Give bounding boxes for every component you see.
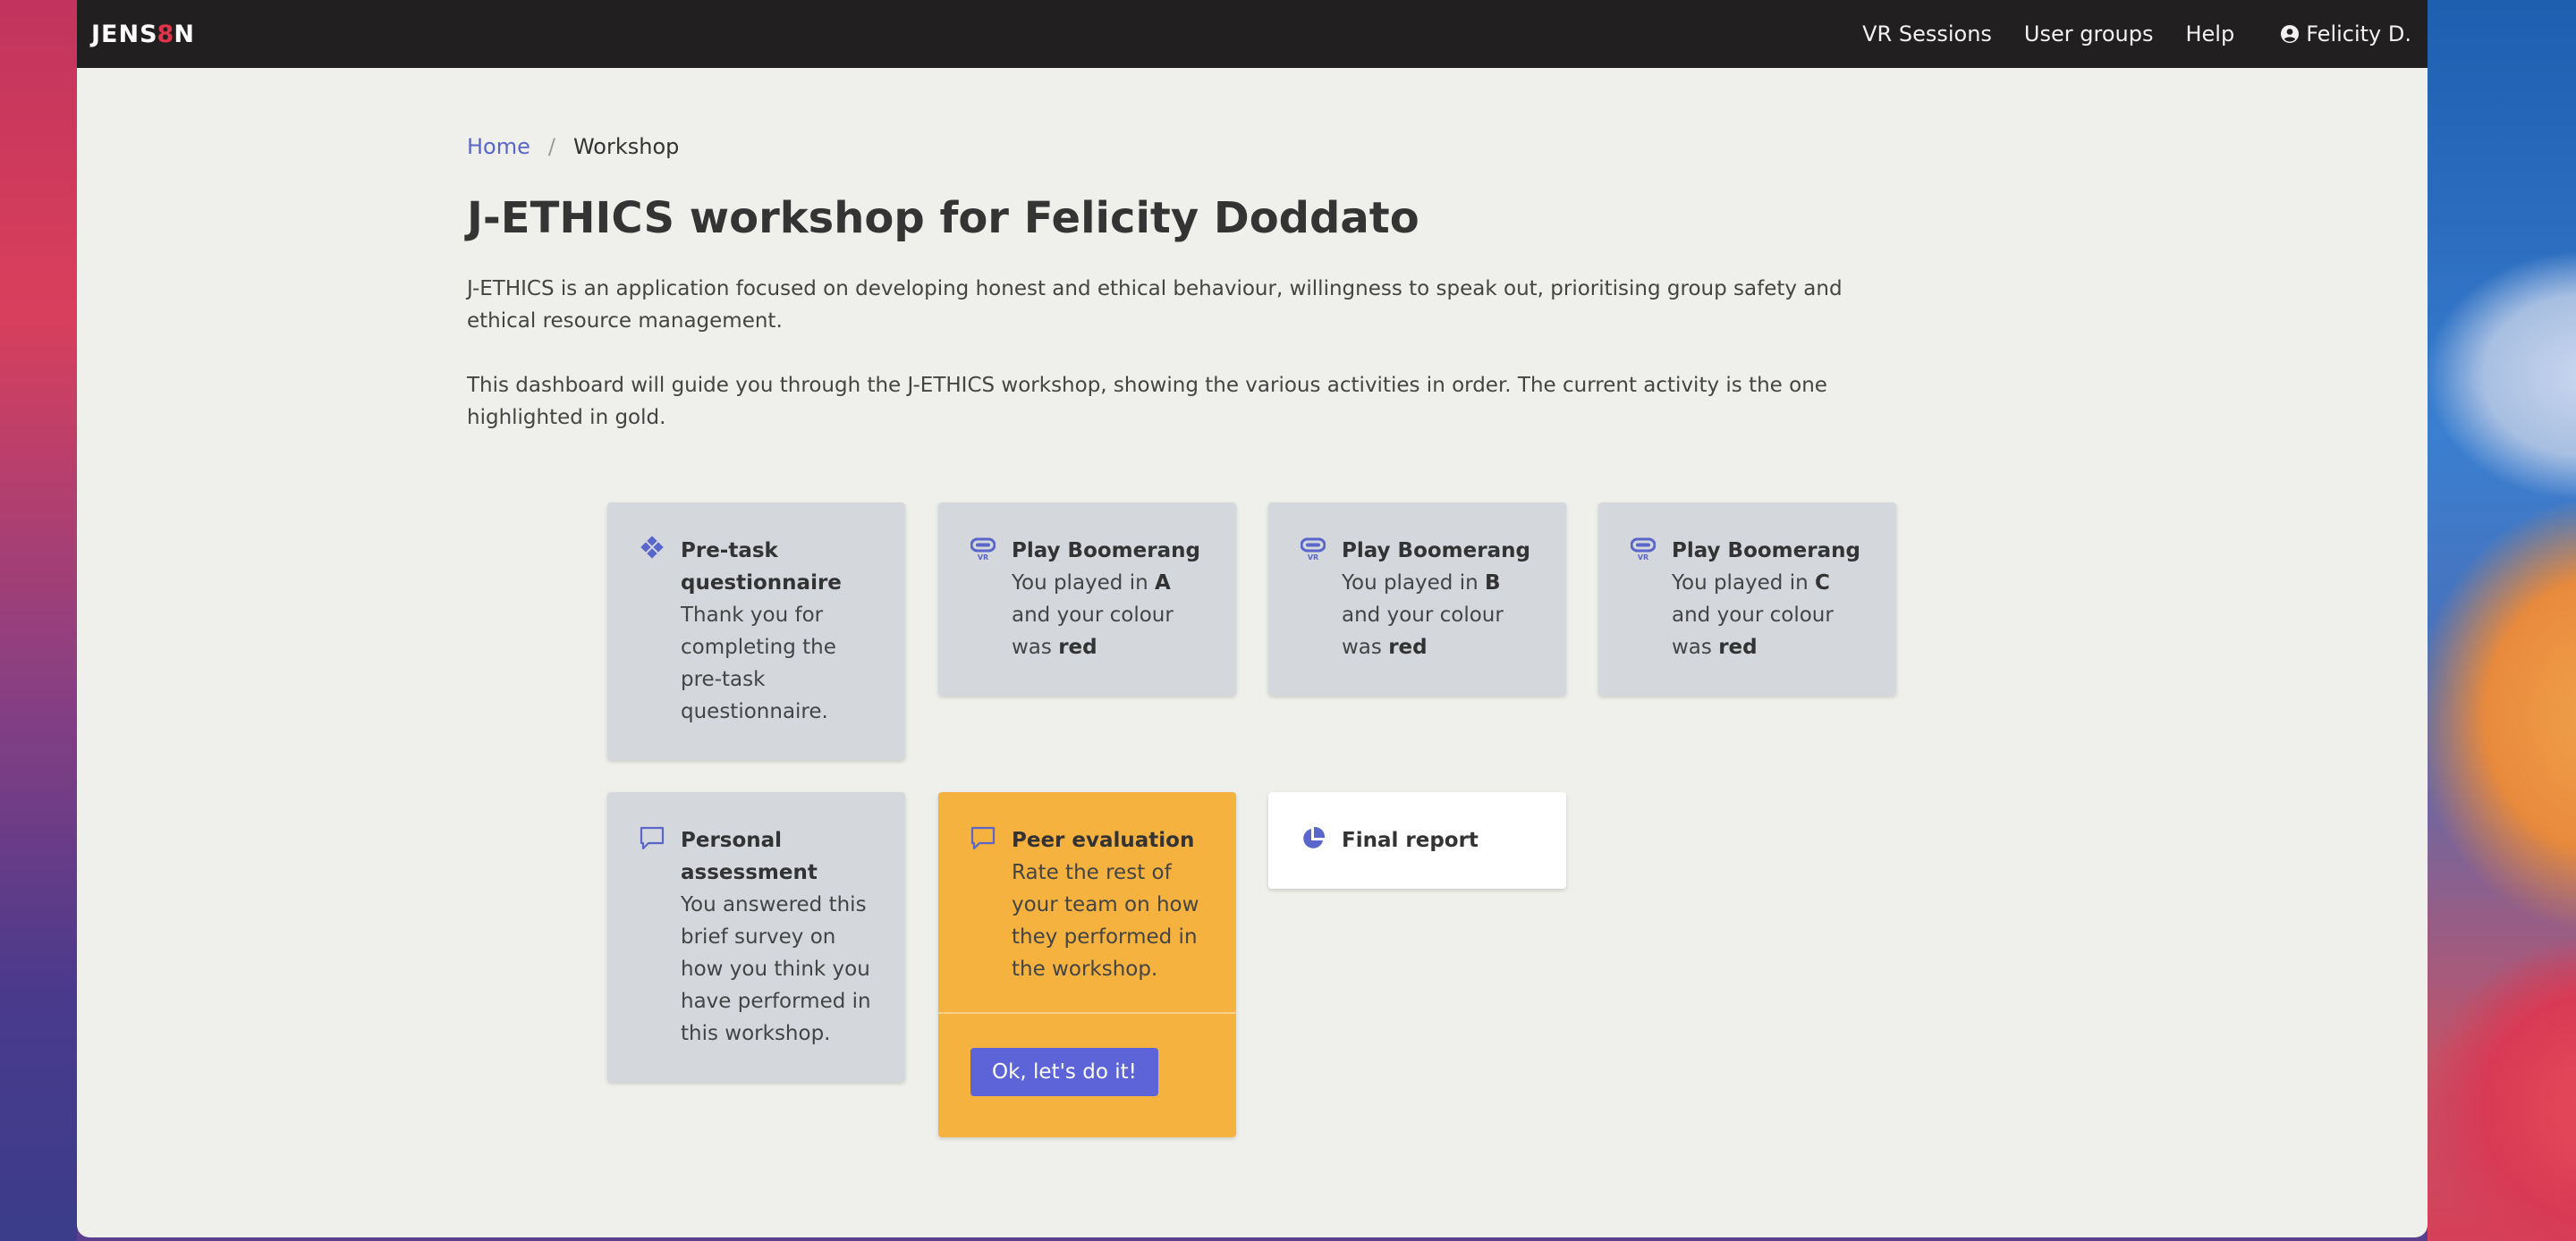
breadcrumb-separator: / (547, 134, 555, 159)
nav-link-user-groups[interactable]: User groups (2024, 21, 2154, 46)
room-letter: A (1155, 571, 1171, 595)
vr-headset-icon: VR (970, 536, 996, 669)
brand-eight: 8 (157, 20, 175, 48)
card-play-boomerang-c: VR Play Boomerang You played in C and yo… (1598, 502, 1896, 696)
user-circle-icon (2281, 25, 2300, 43)
start-peer-evaluation-button[interactable]: Ok, let's do it! (970, 1048, 1158, 1096)
room-letter: C (1815, 571, 1830, 595)
brand-logo[interactable]: JENS 8 N (91, 21, 195, 48)
room-letter: B (1485, 571, 1501, 595)
card-personal-assessment: Personal assessment You answered this br… (607, 792, 905, 1082)
diamond-grid-icon (640, 536, 665, 733)
breadcrumb-home-link[interactable]: Home (467, 134, 530, 159)
speech-bubble-icon (970, 826, 996, 985)
navbar: JENS 8 N VR Sessions User groups Help Feli… (77, 0, 2428, 68)
card-text: You played in C and your colour was red (1672, 571, 1834, 659)
card-title: Pre-task questionnaire (681, 539, 842, 595)
vr-headset-icon: VR (1630, 536, 1657, 669)
player-colour: red (1718, 636, 1758, 659)
card-title: Personal assessment (681, 829, 818, 884)
svg-text:VR: VR (1308, 553, 1318, 561)
card-text: Rate the rest of your team on how they p… (1012, 861, 1199, 981)
svg-text:VR: VR (1638, 553, 1648, 561)
intro-paragraph-2: This dashboard will guide you through th… (467, 373, 1827, 429)
nav-link-help[interactable]: Help (2185, 21, 2234, 46)
brand-text-left: JENS (91, 20, 158, 48)
card-play-boomerang-a: VR Play Boomerang You played in A and yo… (938, 502, 1236, 696)
card-title: Final report (1342, 829, 1479, 852)
desktop-wallpaper-left (0, 0, 77, 1241)
card-pretask-questionnaire: Pre-task questionnaire Thank you for com… (607, 502, 905, 760)
card-text: You answered this brief survey on how yo… (681, 893, 871, 1045)
breadcrumb: Home / Workshop (467, 134, 1889, 159)
card-final-report[interactable]: Final report (1268, 792, 1566, 889)
card-peer-evaluation: Peer evaluation Rate the rest of your te… (938, 792, 1236, 1137)
card-text: You played in B and your colour was red (1342, 571, 1504, 659)
page-title: J-ETHICS workshop for Felicity Doddato (467, 193, 1419, 243)
player-colour: red (1058, 636, 1097, 659)
card-title: Play Boomerang (1672, 539, 1860, 562)
card-text: Thank you for completing the pre-task qu… (681, 604, 836, 723)
main-content: Home / Workshop J-ETHICS workshop for Fe… (467, 134, 1889, 434)
card-title: Peer evaluation (1012, 829, 1195, 852)
card-text: You played in A and your colour was red (1012, 571, 1174, 659)
svg-text:VR: VR (978, 553, 988, 561)
player-colour: red (1388, 636, 1428, 659)
nav-user-menu[interactable]: Felicity D. (2281, 21, 2411, 46)
brand-text-right: N (174, 20, 195, 48)
desktop-wallpaper-right (2428, 0, 2576, 1241)
card-play-boomerang-b: VR Play Boomerang You played in B and yo… (1268, 502, 1566, 696)
speech-bubble-icon (640, 826, 665, 1055)
card-title: Play Boomerang (1012, 539, 1200, 562)
pie-chart-icon (1301, 826, 1326, 857)
breadcrumb-current: Workshop (572, 134, 680, 159)
intro-paragraph-1: J-ETHICS is an application focused on de… (467, 276, 1843, 333)
user-name: Felicity D. (2306, 21, 2411, 46)
card-title: Play Boomerang (1342, 539, 1530, 562)
vr-headset-icon: VR (1300, 536, 1326, 669)
nav-link-vr-sessions[interactable]: VR Sessions (1862, 21, 1992, 46)
nav-links: VR Sessions User groups Help Felicity D. (1830, 21, 2411, 46)
